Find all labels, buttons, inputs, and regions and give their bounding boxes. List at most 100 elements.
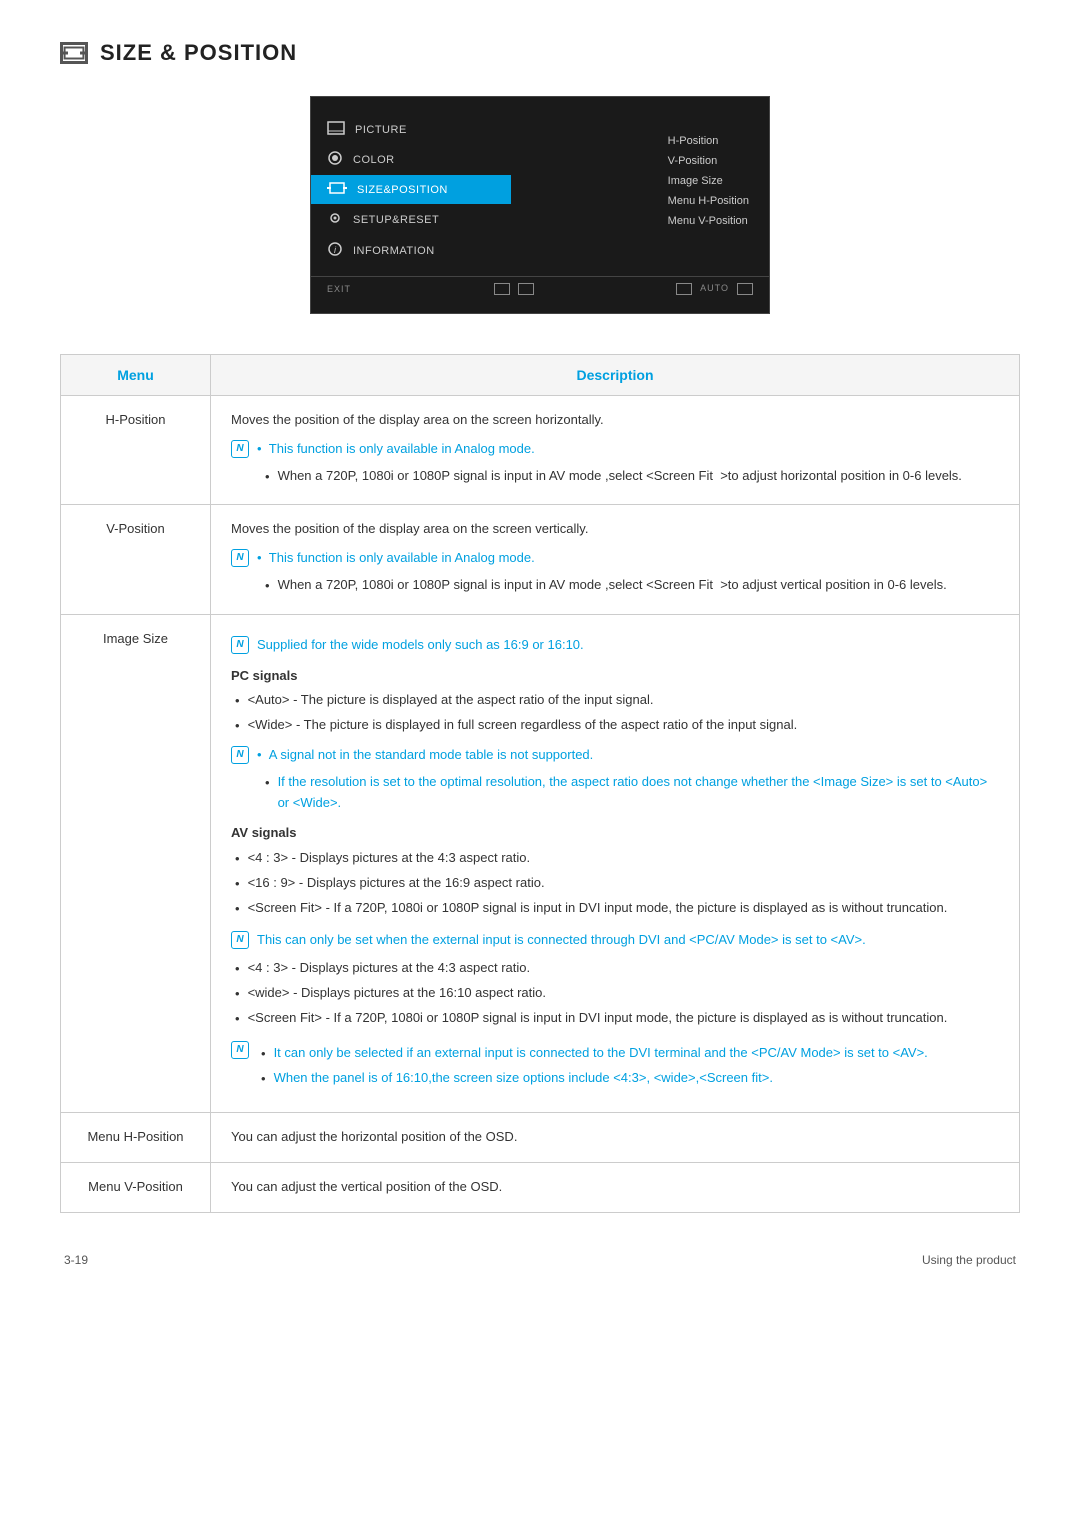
osd-nav-icons xyxy=(494,283,534,295)
page-header: SIZE & POSITION xyxy=(60,40,1020,66)
osd-bottom-bar: EXIT AUTO xyxy=(311,276,769,301)
osd-exit-label: EXIT xyxy=(327,284,351,294)
osd-nav-icon-4 xyxy=(737,283,753,295)
osd-nav-icon-1 xyxy=(494,283,510,295)
hpos-bullet-list: When a 720P, 1080i or 1080P signal is in… xyxy=(231,466,999,488)
osd-info-label: INFORMATION xyxy=(353,245,463,257)
osd-auto-label: AUTO xyxy=(700,283,729,295)
av2-bullet-wide: <wide> - Displays pictures at the 16:10 … xyxy=(231,983,999,1005)
imgsize-note-dvi: N This can only be set when the external… xyxy=(231,930,999,951)
osd-size-label: SIZE&POSITION xyxy=(357,184,467,196)
osd-submenu: H-Position V-Position Image Size Menu H-… xyxy=(648,115,769,247)
note-line-signal: N • A signal not in the standard mode ta… xyxy=(231,745,999,766)
hpos-note-text: • This function is only available in Ana… xyxy=(257,439,535,460)
av-bullet-169: <16 : 9> - Displays pictures at the 16:9… xyxy=(231,873,999,895)
imgsize-note-wide: N Supplied for the wide models only such… xyxy=(231,635,999,656)
page-title: SIZE & POSITION xyxy=(100,40,297,66)
pc-bullet-auto: <Auto> - The picture is displayed at the… xyxy=(231,690,999,712)
note-icon-final: N xyxy=(231,1041,249,1059)
final-note-list: It can only be selected if an external i… xyxy=(257,1040,928,1093)
note-text-dvi: This can only be set when the external i… xyxy=(257,930,866,951)
osd-nav-icons-right: AUTO xyxy=(676,283,753,295)
note-text-signal: • A signal not in the standard mode tabl… xyxy=(257,745,593,766)
osd-item-info: i INFORMATION xyxy=(311,235,511,266)
table-row-imagesize: Image Size N Supplied for the wide model… xyxy=(61,614,1020,1113)
osd-item-setup: SETUP&RESET xyxy=(311,204,511,235)
av-bullet-screenfit: <Screen Fit> - If a 720P, 1080i or 1080P… xyxy=(231,898,999,920)
av-signals-list: <4 : 3> - Displays pictures at the 4:3 a… xyxy=(231,848,999,919)
size-position-icon xyxy=(60,42,88,64)
hpos-bullet-1: When a 720P, 1080i or 1080P signal is in… xyxy=(261,466,999,488)
vpos-bullet-1: When a 720P, 1080i or 1080P signal is in… xyxy=(261,575,999,597)
osd-sub-imgsize: Image Size xyxy=(668,175,749,187)
note-line-dvi: N This can only be set when the external… xyxy=(231,930,999,951)
imgsize-note-signal: N • A signal not in the standard mode ta… xyxy=(231,745,999,813)
footer-page-number: 3-19 xyxy=(64,1253,88,1267)
av-bullet-43: <4 : 3> - Displays pictures at the 4:3 a… xyxy=(231,848,999,870)
note-icon-wide: N xyxy=(231,636,249,654)
menu-cell-vposition: V-Position xyxy=(61,505,211,614)
table-row-menuvpos: Menu V-Position You can adjust the verti… xyxy=(61,1163,1020,1213)
table-row-vposition: V-Position Moves the position of the dis… xyxy=(61,505,1020,614)
osd-sub-menuhpos: Menu H-Position xyxy=(668,195,749,207)
final-note-2: When the panel is of 16:10,the screen si… xyxy=(257,1068,928,1090)
picture-icon xyxy=(327,121,345,138)
vpos-bullet-list: When a 720P, 1080i or 1080P signal is in… xyxy=(231,575,999,597)
note-icon-hpos: N xyxy=(231,440,249,458)
menu-cell-imagesize: Image Size xyxy=(61,614,211,1113)
note-icon-vpos: N xyxy=(231,549,249,567)
vpos-note-text: • This function is only available in Ana… xyxy=(257,548,535,569)
page-footer: 3-19 Using the product xyxy=(60,1253,1020,1267)
av2-bullet-43: <4 : 3> - Displays pictures at the 4:3 a… xyxy=(231,958,999,980)
imgsize-note-final: N It can only be selected if an external… xyxy=(231,1040,999,1093)
table-row-hposition: H-Position Moves the position of the dis… xyxy=(61,396,1020,505)
av2-bullet-screenfit: <Screen Fit> - If a 720P, 1080i or 1080P… xyxy=(231,1008,999,1030)
desc-cell-menuhpos: You can adjust the horizontal position o… xyxy=(211,1113,1020,1163)
gear-icon xyxy=(327,210,343,229)
info-icon: i xyxy=(327,241,343,260)
note-icon-dvi: N xyxy=(231,931,249,949)
osd-screenshot: PICTURE COLOR SIZE&POSITION xyxy=(60,96,1020,314)
osd-sub-menuvpos: Menu V-Position xyxy=(668,215,749,227)
imgsize-wide-text: Supplied for the wide models only such a… xyxy=(257,635,584,656)
col-header-menu: Menu xyxy=(61,355,211,396)
main-table: Menu Description H-Position Moves the po… xyxy=(60,354,1020,1213)
signal-sub-list: If the resolution is set to the optimal … xyxy=(231,772,999,814)
osd-nav-icon-3 xyxy=(676,283,692,295)
note-icon-signal: N xyxy=(231,746,249,764)
vpos-note: N • This function is only available in A… xyxy=(231,548,999,569)
osd-item-size: SIZE&POSITION xyxy=(311,175,511,204)
osd-color-label: COLOR xyxy=(353,154,463,166)
av-signals-heading: AV signals xyxy=(231,823,999,844)
hpos-main-text: Moves the position of the display area o… xyxy=(231,410,999,431)
osd-item-picture: PICTURE xyxy=(311,115,511,144)
menu-cell-hposition: H-Position xyxy=(61,396,211,505)
desc-cell-menuvpos: You can adjust the vertical position of … xyxy=(211,1163,1020,1213)
hpos-note: N • This function is only available in A… xyxy=(231,439,999,460)
desc-cell-vposition: Moves the position of the display area o… xyxy=(211,505,1020,614)
desc-cell-imagesize: N Supplied for the wide models only such… xyxy=(211,614,1020,1113)
pc-signals-list: <Auto> - The picture is displayed at the… xyxy=(231,690,999,737)
osd-sub-hpos: H-Position xyxy=(668,135,749,147)
osd-nav-icon-2 xyxy=(518,283,534,295)
color-icon xyxy=(327,150,343,169)
desc-cell-hposition: Moves the position of the display area o… xyxy=(211,396,1020,505)
note-line-final: N It can only be selected if an external… xyxy=(231,1040,999,1093)
size-icon xyxy=(327,181,347,198)
av-signals-list-2: <4 : 3> - Displays pictures at the 4:3 a… xyxy=(231,958,999,1029)
menu-cell-menuvpos: Menu V-Position xyxy=(61,1163,211,1213)
osd-sub-vpos: V-Position xyxy=(668,155,749,167)
final-note-1: It can only be selected if an external i… xyxy=(257,1043,928,1065)
osd-setup-label: SETUP&RESET xyxy=(353,214,463,226)
footer-section-label: Using the product xyxy=(922,1253,1016,1267)
table-row-menuhpos: Menu H-Position You can adjust the horiz… xyxy=(61,1113,1020,1163)
osd-picture-label: PICTURE xyxy=(355,124,465,136)
signal-sub-bullet: If the resolution is set to the optimal … xyxy=(261,772,999,814)
vpos-main-text: Moves the position of the display area o… xyxy=(231,519,999,540)
pc-bullet-wide: <Wide> - The picture is displayed in ful… xyxy=(231,715,999,737)
osd-item-color: COLOR xyxy=(311,144,511,175)
pc-signals-heading: PC signals xyxy=(231,666,999,687)
menu-cell-menuhpos: Menu H-Position xyxy=(61,1113,211,1163)
svg-text:i: i xyxy=(334,245,337,255)
osd-menu: PICTURE COLOR SIZE&POSITION xyxy=(310,96,770,314)
